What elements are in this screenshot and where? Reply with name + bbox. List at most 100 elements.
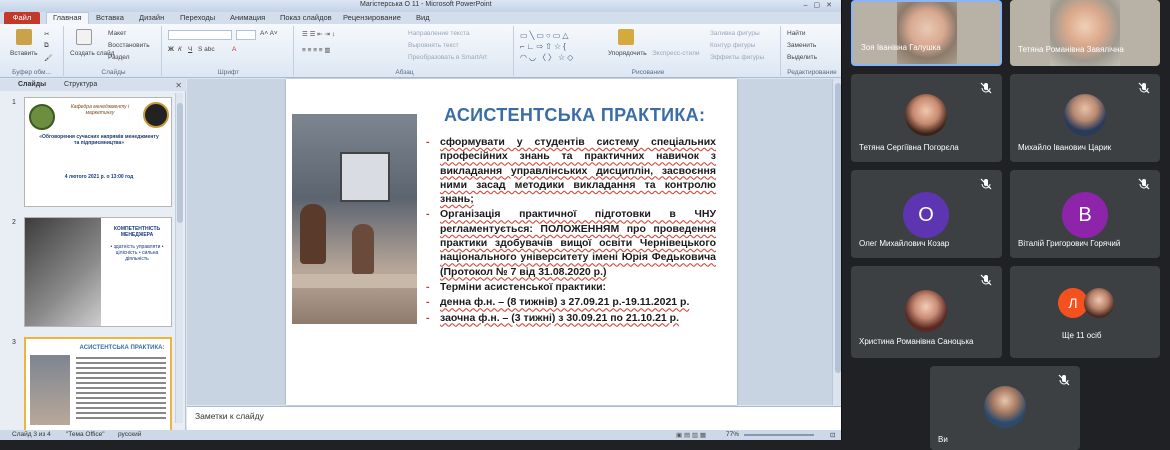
slide-number: 1 [12,99,16,106]
replace-button[interactable]: Заменить [787,42,816,49]
thumb1-date: 4 лютого 2021 р. о 13:00 год [64,174,134,180]
reset-button[interactable]: Восстановить [108,42,150,49]
status-bar: Слайд 3 из 4 "Тема Office" русский ▣ ▤ ▥… [0,430,841,440]
self-view-tile[interactable]: Ви [930,366,1080,450]
font-size-select[interactable] [236,30,256,40]
bullet-item: - Організація практичної підготовки в ЧНУ… [426,208,716,278]
font-name-select[interactable] [168,30,232,40]
slide-body: - сформувати у студентів систему спеціаль… [426,135,716,326]
thumb3-title: АСИСТЕНТСЬКА ПРАКТИКА: [79,345,165,351]
bullet-text: Терміни асистенської практики: [440,280,607,293]
zoom-level: 77% [726,431,740,438]
underline-icon[interactable]: Ч [188,46,192,53]
paste-button[interactable]: Вставить [10,50,38,57]
smartart-button[interactable]: Преобразовать в SmartArt [408,54,487,61]
shapes-gallery[interactable]: ▭╲▭○▭△ ⌐∟⇨⇧☆{◠◡〈〉☆◇ [520,30,596,64]
format-painter-icon[interactable]: 🖌 [44,54,52,62]
mic-off-icon [980,82,992,94]
slide-thumbnail-2[interactable]: КОМПЕТЕНТНІСТЬ МЕНЕДЖЕРА • здатність упр… [24,217,172,327]
tab-slides[interactable]: Слайды [18,81,46,88]
thumb2-caption: КОМПЕТЕНТНІСТЬ МЕНЕДЖЕРА [113,226,161,238]
cut-icon[interactable]: ✂ [44,30,49,38]
bullets-icon[interactable]: ☰ ☰ ⇤ ⇥ ↕ [302,30,335,38]
editing-group-label: Редактирование [787,69,837,76]
slides-group-label: Слайды [101,69,126,76]
participant-tile[interactable]: В Віталій Григорович Горячий [1010,170,1160,258]
section-button[interactable]: Раздел [108,54,129,61]
avatar [984,386,1026,428]
bold-icon[interactable]: Ж [168,46,174,53]
pane-scrollbar[interactable] [175,93,183,423]
notes-pane[interactable]: Заметки к слайду [187,406,841,430]
group-drawing: ▭╲▭○▭△ ⌐∟⇨⇧☆{◠◡〈〉☆◇ Упорядочить Экспресс-… [516,26,781,76]
grow-font-icon[interactable]: A˄ A˅ [260,30,278,37]
express-styles-button[interactable]: Экспресс-стили [652,50,700,57]
classroom-photo [292,114,417,324]
align-icons[interactable]: ≡ ≡ ≡ ≡ ▥ [302,46,331,54]
participant-video [1050,0,1120,66]
current-slide[interactable]: АСИСТЕНТСЬКА ПРАКТИКА: - сформувати у сту… [286,79,737,405]
window-controls[interactable]: –▢✕ [804,1,838,9]
more-participants-tile[interactable]: Л Ще 11 осіб [1010,266,1160,358]
person-photo [25,218,101,326]
find-button[interactable]: Найти [787,30,806,37]
projector-screen [340,152,390,202]
slide-thumbnail-1[interactable]: Кафедра менеджменту і маркетингу «Обгово… [24,97,172,207]
tab-animation[interactable]: Анимация [230,13,265,22]
clipboard-label: Буфер обм... [12,69,51,76]
zoom-slider[interactable] [744,434,814,436]
select-button[interactable]: Выделить [787,54,817,61]
student-figure [352,224,374,274]
mic-off-icon [980,178,992,190]
strikethrough-icon[interactable]: S abc [198,46,215,53]
participant-tile[interactable]: Михайло Іванович Царик [1010,74,1160,162]
text-direction-button[interactable]: Направление текста [408,30,470,37]
arrange-button[interactable]: Упорядочить [608,50,647,57]
arrange-icon[interactable] [618,29,634,45]
slides-pane: Слайды Структура ✕ 1 Кафедра менеджменту… [0,79,186,440]
participant-tile[interactable]: Зоя Іванівна Галушка [851,0,1002,66]
mic-off-icon [1138,82,1150,94]
tab-design[interactable]: Дизайн [139,13,164,22]
shape-fill-button[interactable]: Заливка фигуры [710,30,760,37]
more-participants-label: Ще 11 осіб [1062,331,1102,340]
mic-off-icon [1138,178,1150,190]
tab-insert[interactable]: Вставка [96,13,124,22]
shape-outline-button[interactable]: Контур фигуры [710,42,755,49]
avatar [1064,94,1106,136]
font-color-icon[interactable]: A [232,46,236,53]
font-group-label: Шрифт [217,69,240,76]
participant-tile[interactable]: Христина Романівна Саноцька [851,266,1002,358]
tab-view[interactable]: Вид [416,13,430,22]
tab-transitions[interactable]: Переходы [180,13,215,22]
italic-icon[interactable]: К [178,46,182,53]
university-logo [29,104,55,130]
tab-outline[interactable]: Структура [64,81,97,88]
slide-thumbnail-3[interactable]: АСИСТЕНТСЬКА ПРАКТИКА: [24,337,172,440]
tab-home[interactable]: Главная [46,12,89,24]
participant-tile[interactable]: Тетяна Сергіївна Погорєла [851,74,1002,162]
paragraph-group-label: Абзац [395,69,414,76]
shape-effects-button[interactable]: Эффекты фигуры [710,54,764,61]
mic-off-icon [1058,374,1070,386]
pane-tabs: Слайды Структура ✕ [0,79,186,91]
tab-file[interactable]: Файл [4,12,40,24]
layout-button[interactable]: Макет [108,30,126,37]
align-text-button[interactable]: Выровнять текст [408,42,459,49]
slide-scrollbar[interactable] [832,79,841,405]
copy-icon[interactable]: ⧉ [44,42,49,50]
new-slide-icon[interactable] [76,29,92,45]
participant-name: Тетяна Сергіївна Погорєла [859,143,959,152]
avatar: В [1062,192,1108,238]
fit-window-icon[interactable]: ⊡ [830,431,835,439]
paste-icon[interactable] [16,29,32,45]
participant-tile[interactable]: О Олег Михайлович Козар [851,170,1002,258]
participant-tile[interactable]: Тетяна Романівна Завялічна [1010,0,1160,66]
view-buttons[interactable]: ▣ ▤ ▥ ▦ [676,431,706,439]
slide-number: 3 [12,339,16,346]
tab-review[interactable]: Рецензирование [343,13,401,22]
tab-slideshow[interactable]: Показ слайдов [280,13,332,22]
department-logo [143,102,169,128]
title-bar: Магістерська О 11 - Microsoft PowerPoint… [0,0,841,12]
close-icon[interactable]: ✕ [175,81,182,90]
